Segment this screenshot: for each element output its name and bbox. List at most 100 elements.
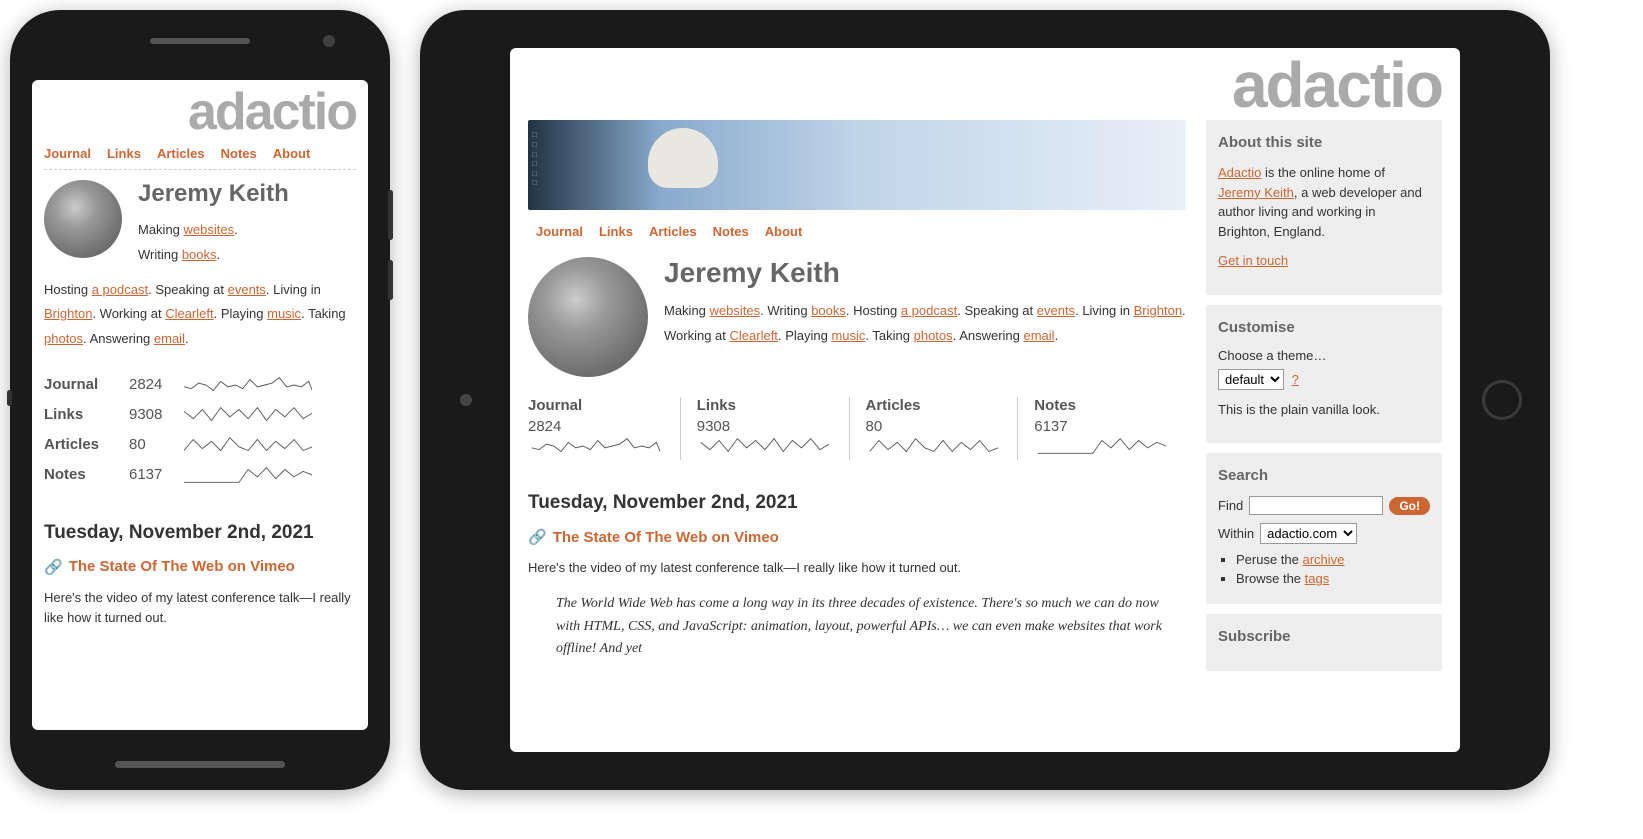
bio-clearleft-link[interactable]: Clearleft <box>165 306 213 321</box>
post-excerpt: Here's the video of my latest conference… <box>44 588 356 630</box>
find-label: Find <box>1218 498 1243 513</box>
sidebar: About this site Adactio is the online ho… <box>1206 120 1442 681</box>
post-title-link[interactable]: The State Of The Web on Vimeo <box>553 529 779 546</box>
phone-viewport: adactio Journal Links Articles Notes Abo… <box>32 80 368 730</box>
author-bio: Making websites. Writing books. <box>138 218 289 267</box>
nav-journal[interactable]: Journal <box>44 146 91 161</box>
theme-description: This is the plain vanilla look. <box>1218 400 1430 420</box>
phone-camera <box>323 35 335 47</box>
nav-notes[interactable]: Notes <box>221 146 257 161</box>
count-articles[interactable]: Articles 80 <box>849 397 1018 460</box>
search-go-button[interactable]: Go! <box>1389 497 1430 515</box>
author-avatar[interactable] <box>44 180 122 258</box>
author-bio: Making websites. Writing books. Hosting … <box>664 299 1186 348</box>
bio-websites-link[interactable]: websites <box>710 303 761 318</box>
tablet-camera <box>460 394 472 406</box>
nav-notes[interactable]: Notes <box>713 224 749 239</box>
nav-about[interactable]: About <box>765 224 803 239</box>
search-heading: Search <box>1218 467 1430 484</box>
within-select[interactable]: adactio.com <box>1260 523 1357 544</box>
bio-photos-link[interactable]: photos <box>914 328 953 343</box>
phone-speaker <box>150 38 250 44</box>
bio-brighton-link[interactable]: Brighton <box>44 306 92 321</box>
phone-side-button <box>388 260 393 300</box>
tags-link[interactable]: tags <box>1305 571 1330 586</box>
tablet-viewport: adactio □□□□□□ Journal Links Articles No… <box>510 48 1460 752</box>
count-links[interactable]: Links 9308 <box>44 400 356 430</box>
author-avatar[interactable] <box>528 257 648 377</box>
bio-books-link[interactable]: books <box>811 303 846 318</box>
search-input[interactable] <box>1249 496 1383 515</box>
post-excerpt: Here's the video of my latest conference… <box>528 558 1186 579</box>
nav-journal[interactable]: Journal <box>536 224 583 239</box>
phone-side-button <box>388 190 393 240</box>
hero-figure <box>648 128 738 210</box>
subscribe-heading: Subscribe <box>1218 628 1430 645</box>
bio-podcast-link[interactable]: a podcast <box>901 303 957 318</box>
post-blockquote: The World Wide Web has come a long way i… <box>556 593 1186 660</box>
bio-clearleft-link[interactable]: Clearleft <box>730 328 778 343</box>
site-logo[interactable]: adactio <box>44 90 356 134</box>
nav-articles[interactable]: Articles <box>157 146 205 161</box>
sparkline-articles <box>866 435 1002 457</box>
hero-dots-icon: □□□□□□ <box>532 130 537 188</box>
count-notes[interactable]: Notes 6137 <box>1017 397 1186 460</box>
primary-nav: Journal Links Articles Notes About <box>44 142 356 170</box>
nav-articles[interactable]: Articles <box>649 224 697 239</box>
sidebar-subscribe: Subscribe <box>1206 614 1442 671</box>
bio-books-link[interactable]: books <box>182 247 217 262</box>
sparkline-notes <box>1034 435 1170 457</box>
primary-nav: Journal Links Articles Notes About <box>528 218 1186 249</box>
sidebar-about: About this site Adactio is the online ho… <box>1206 120 1442 295</box>
contact-link[interactable]: Get in touch <box>1218 253 1288 268</box>
count-articles[interactable]: Articles 80 <box>44 430 356 460</box>
bio-events-link[interactable]: events <box>228 282 266 297</box>
nav-links[interactable]: Links <box>599 224 633 239</box>
tablet-device-frame: adactio □□□□□□ Journal Links Articles No… <box>420 10 1550 790</box>
theme-label: Choose a theme… <box>1218 348 1430 363</box>
bio-photos-link[interactable]: photos <box>44 331 83 346</box>
sidebar-customise: Customise Choose a theme… default ? This… <box>1206 305 1442 444</box>
bio-music-link[interactable]: music <box>267 306 301 321</box>
sparkline-links <box>184 404 312 426</box>
theme-select[interactable]: default <box>1218 369 1284 390</box>
count-journal[interactable]: Journal 2824 <box>528 397 680 460</box>
bio-podcast-link[interactable]: a podcast <box>92 282 148 297</box>
phone-side-button <box>7 390 12 406</box>
author-bio-continued: Hosting a podcast. Speaking at events. L… <box>44 278 356 352</box>
within-label: Within <box>1218 526 1254 541</box>
bio-websites-link[interactable]: websites <box>184 222 235 237</box>
author-name: Jeremy Keith <box>138 180 289 208</box>
post-title-link[interactable]: The State Of The Web on Vimeo <box>69 558 295 575</box>
list-item: Browse the tags <box>1236 571 1430 586</box>
phone-home-bar <box>115 761 285 768</box>
main-column: □□□□□□ Journal Links Articles Notes Abou… <box>528 120 1186 681</box>
nav-about[interactable]: About <box>273 146 311 161</box>
phone-device-frame: adactio Journal Links Articles Notes Abo… <box>10 10 390 790</box>
about-jeremy-link[interactable]: Jeremy Keith <box>1218 185 1294 200</box>
sidebar-search: Search Find Go! Within adactio.com Perus… <box>1206 453 1442 604</box>
post-counts: Journal 2824 Links 9308 Articles 80 <box>528 397 1186 460</box>
count-links[interactable]: Links 9308 <box>680 397 849 460</box>
list-item: Peruse the archive <box>1236 552 1430 567</box>
bio-brighton-link[interactable]: Brighton <box>1134 303 1182 318</box>
bio-email-link[interactable]: email <box>1024 328 1055 343</box>
sparkline-journal <box>528 435 664 457</box>
bio-email-link[interactable]: email <box>154 331 185 346</box>
site-logo[interactable]: adactio <box>510 48 1460 112</box>
nav-links[interactable]: Links <box>107 146 141 161</box>
theme-help-link[interactable]: ? <box>1292 372 1299 387</box>
tablet-home-button <box>1482 380 1522 420</box>
archive-link[interactable]: archive <box>1303 552 1345 567</box>
link-icon: 🔗 <box>44 558 63 576</box>
link-icon: 🔗 <box>528 528 547 546</box>
bio-music-link[interactable]: music <box>831 328 865 343</box>
hero-banner-image: □□□□□□ <box>528 120 1186 210</box>
sidebar-about-heading: About this site <box>1218 134 1430 151</box>
about-adactio-link[interactable]: Adactio <box>1218 165 1261 180</box>
customise-heading: Customise <box>1218 319 1430 336</box>
bio-events-link[interactable]: events <box>1037 303 1075 318</box>
count-journal[interactable]: Journal 2824 <box>44 370 356 400</box>
sparkline-notes <box>184 464 312 486</box>
count-notes[interactable]: Notes 6137 <box>44 460 356 490</box>
